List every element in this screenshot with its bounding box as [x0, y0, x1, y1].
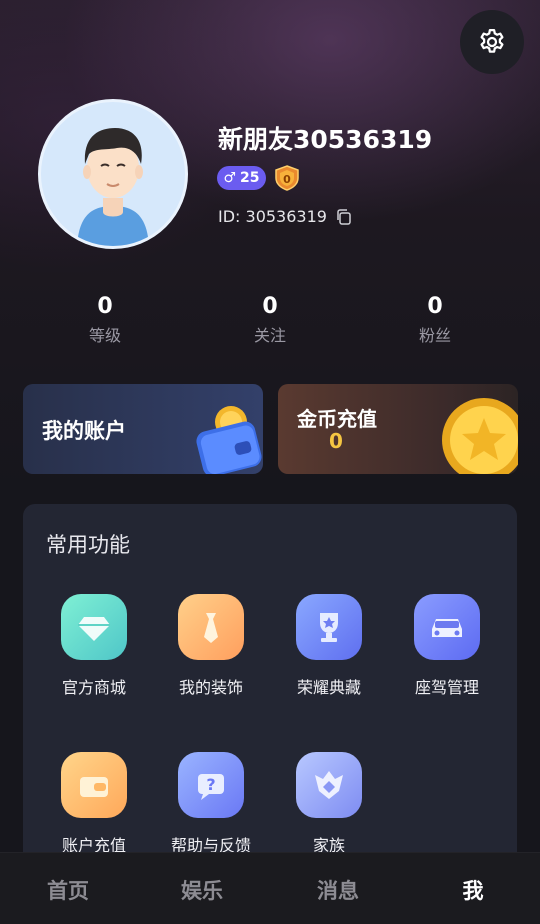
func-my-decoration[interactable]: 我的装饰 [152, 594, 270, 698]
stat-value: 0 [427, 294, 443, 319]
func-label: 座驾管理 [414, 678, 479, 697]
func-vehicle-management[interactable]: 座驾管理 [388, 594, 506, 698]
trophy-icon [296, 594, 362, 660]
stat-fans[interactable]: 0 粉丝 [375, 294, 495, 346]
stat-label: 粉丝 [418, 326, 451, 345]
stat-value: 0 [97, 294, 113, 319]
tie-icon [178, 594, 244, 660]
coin-balance: 0 [329, 429, 343, 453]
func-family[interactable]: 家族 [270, 752, 388, 856]
tab-entertainment[interactable]: 娱乐 [152, 875, 252, 905]
bottom-tab-bar: 首页 娱乐 消息 我 [0, 852, 540, 924]
svg-text:?: ? [206, 775, 215, 794]
car-icon [414, 594, 480, 660]
tab-me[interactable]: 我 [423, 875, 523, 905]
func-label: 我的装饰 [178, 678, 243, 697]
stat-label: 等级 [88, 326, 121, 345]
avatar[interactable] [38, 99, 188, 249]
copy-icon[interactable] [335, 208, 353, 226]
gender-age-badge: ♂ 25 [217, 166, 266, 190]
my-account-card[interactable]: 我的账户 [23, 384, 263, 474]
level-badge-value: 0 [283, 173, 291, 186]
func-account-recharge[interactable]: 账户充值 [35, 752, 153, 856]
gear-icon [480, 29, 504, 53]
settings-button[interactable] [460, 10, 524, 74]
stat-following[interactable]: 0 关注 [210, 294, 330, 346]
func-label: 官方商城 [61, 678, 126, 697]
wallet-icon [61, 752, 127, 818]
my-account-title: 我的账户 [42, 419, 126, 443]
user-avatar-illustration [77, 128, 149, 246]
level-badge: 0 [273, 164, 301, 192]
diamond-icon [61, 594, 127, 660]
tab-home[interactable]: 首页 [18, 875, 118, 905]
male-icon: ♂ [223, 170, 237, 186]
stat-label: 关注 [253, 326, 286, 345]
func-official-store[interactable]: 官方商城 [35, 594, 153, 698]
gold-coin-icon [442, 398, 518, 474]
stat-level[interactable]: 0 等级 [45, 294, 165, 346]
stat-value: 0 [262, 294, 278, 319]
common-functions-panel: 常用功能 官方商城 我的装饰 荣耀典藏 座驾管理 账户充值 ? 帮助与反馈 家族 [23, 504, 517, 904]
coin-recharge-title: 金币充值 [297, 407, 377, 431]
help-icon: ? [178, 752, 244, 818]
func-label: 荣耀典藏 [296, 678, 361, 697]
tab-messages[interactable]: 消息 [288, 875, 388, 905]
func-honor-collection[interactable]: 荣耀典藏 [270, 594, 388, 698]
user-id-row: ID: 30536319 [218, 207, 353, 226]
coin-recharge-card[interactable]: 金币充值 0 [278, 384, 518, 474]
age-value: 25 [240, 170, 260, 186]
username: 新朋友30536319 [218, 125, 433, 154]
shield-badge-icon: 0 [275, 165, 299, 191]
user-id: ID: 30536319 [218, 207, 327, 226]
wallet-icon [196, 406, 262, 474]
functions-title: 常用功能 [46, 533, 130, 557]
func-help-feedback[interactable]: ? 帮助与反馈 [152, 752, 270, 856]
family-icon [296, 752, 362, 818]
